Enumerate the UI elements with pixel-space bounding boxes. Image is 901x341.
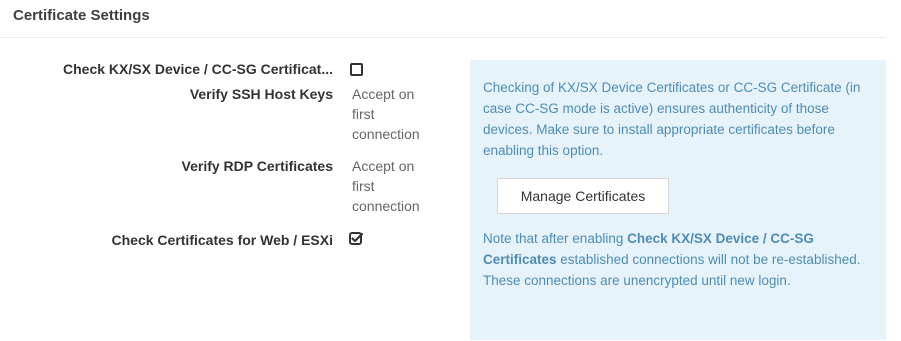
manage-certificates-button[interactable]: Manage Certificates <box>497 178 669 214</box>
verify-ssh-host-keys-value[interactable]: Accept on first connection <box>352 84 432 144</box>
setting-label-verify-ssh-host-keys: Verify SSH Host Keys <box>189 86 333 102</box>
check-kxsx-certificates-checkbox[interactable] <box>350 63 363 76</box>
check-web-esxi-certificates-checkbox[interactable] <box>349 232 363 246</box>
section-divider <box>0 37 886 38</box>
section-title: Certificate Settings <box>13 7 150 24</box>
setting-label-check-web-esxi-certificates: Check Certificates for Web / ESXi <box>111 232 333 248</box>
setting-label-check-kxsx-certificates: Check KX/SX Device / CC-SG Certificat... <box>63 61 333 77</box>
info-note: Note that after enabling Check KX/SX Dev… <box>483 228 873 291</box>
info-note-prefix: Note that after enabling <box>483 231 628 246</box>
certificate-settings-page: Certificate Settings Check KX/SX Device … <box>0 0 901 341</box>
verify-rdp-certificates-value[interactable]: Accept on first connection <box>352 156 432 216</box>
setting-label-verify-rdp-certificates: Verify RDP Certificates <box>181 158 333 174</box>
info-description: Checking of KX/SX Device Certificates or… <box>483 80 861 158</box>
info-panel: Checking of KX/SX Device Certificates or… <box>470 60 886 340</box>
